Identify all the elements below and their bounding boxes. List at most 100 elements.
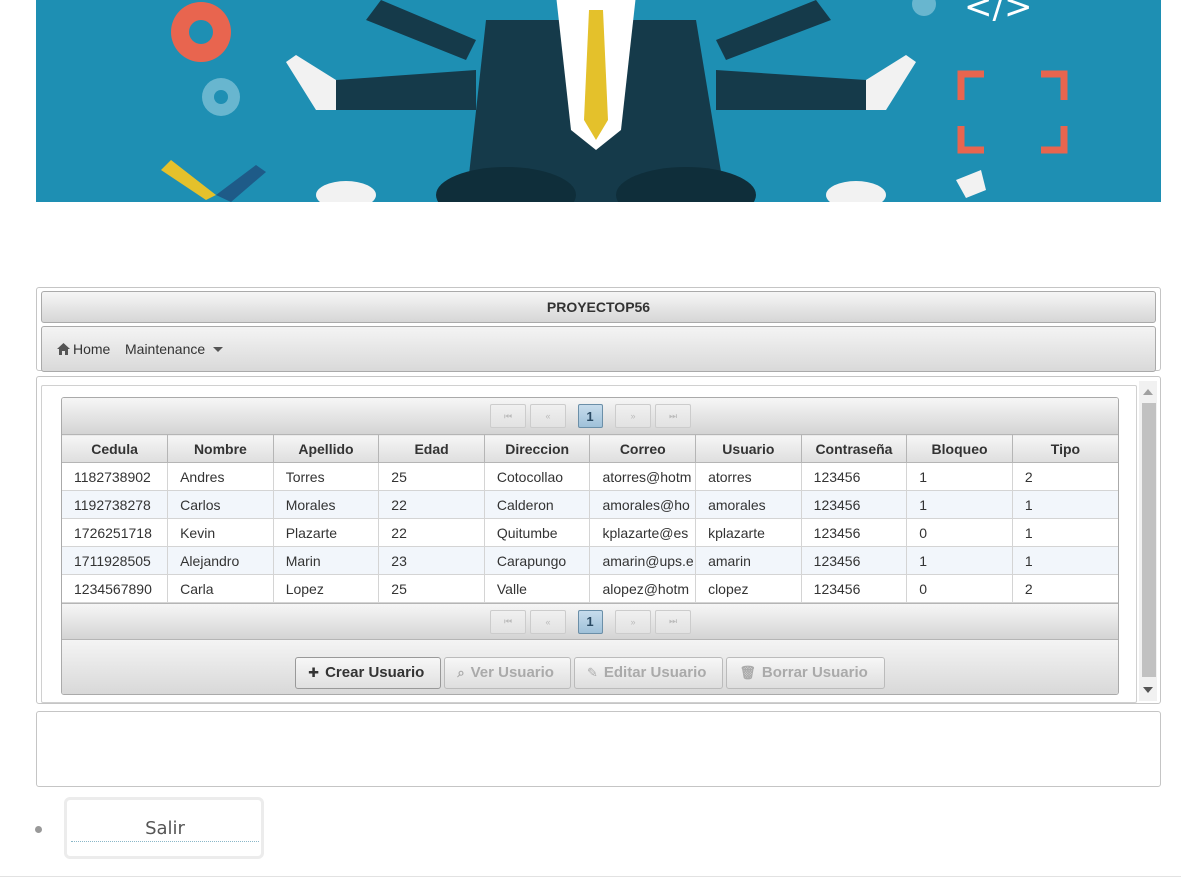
table-cell: 123456 <box>801 574 908 603</box>
menu-home[interactable]: Home <box>57 341 110 357</box>
table-cell: 1 <box>906 462 1013 491</box>
column-header[interactable]: Edad <box>378 434 485 463</box>
scroll-down-icon[interactable] <box>1143 687 1153 693</box>
table-header-row: Cedula Nombre Apellido Edad Direccion Co… <box>62 434 1118 463</box>
delete-user-button[interactable]: 🗑 Borrar Usuario <box>726 656 885 689</box>
users-datatable: ⏮ « 1 » ⏭ Cedula Nombre Apellido Edad Di… <box>61 397 1119 695</box>
menu-maintenance-label: Maintenance <box>125 341 206 357</box>
view-user-button[interactable]: ⌕ Ver Usuario <box>444 656 571 689</box>
table-cell: amorales@ho <box>589 490 697 519</box>
table-cell: Torres <box>273 462 380 491</box>
chevron-down-icon <box>213 346 224 352</box>
table-cell: 1192738278 <box>62 490 169 519</box>
first-page-button[interactable]: ⏮ <box>489 404 526 428</box>
table-cell: Plazarte <box>273 518 380 547</box>
table-cell: 0 <box>906 574 1013 603</box>
table-cell: atorres <box>695 462 802 491</box>
table-cell: amarin <box>695 546 802 575</box>
column-header[interactable]: Cedula <box>62 434 169 463</box>
table-cell: 25 <box>378 462 485 491</box>
table-row[interactable]: 1711928505 Alejandro Marin 23 Carapungo … <box>62 546 1118 575</box>
table-cell: amarin@ups.e <box>589 546 697 575</box>
divider <box>0 876 1181 877</box>
page-number-button[interactable]: 1 <box>577 609 603 634</box>
table-cell: 1 <box>906 546 1013 575</box>
table-cell: Carlos <box>167 490 274 519</box>
column-header[interactable]: Direccion <box>484 434 591 463</box>
scroll-up-icon[interactable] <box>1143 389 1153 395</box>
logout-label: Salir <box>71 818 259 842</box>
table-cell: 0 <box>906 518 1013 547</box>
edit-user-button[interactable]: ✎ Editar Usuario <box>573 656 724 689</box>
column-header[interactable]: Apellido <box>273 434 380 463</box>
column-header[interactable]: Contraseña <box>801 434 908 463</box>
table-cell: 123456 <box>801 518 908 547</box>
create-user-button[interactable]: ✚ Crear Usuario <box>295 656 442 689</box>
last-page-button[interactable]: ⏭ <box>654 404 691 428</box>
prev-page-button[interactable]: « <box>529 609 566 634</box>
next-page-button[interactable]: » <box>614 609 651 634</box>
home-icon <box>57 343 70 355</box>
table-row[interactable]: 1192738278 Carlos Morales 22 Calderon am… <box>62 490 1118 519</box>
vertical-scrollbar[interactable] <box>1139 381 1157 701</box>
table-cell: Valle <box>484 574 591 603</box>
table-cell: 22 <box>378 490 485 519</box>
column-header[interactable]: Correo <box>589 434 697 463</box>
table-cell: kplazarte@es <box>589 518 697 547</box>
table-cell: 25 <box>378 574 485 603</box>
trash-icon: 🗑 <box>739 664 756 680</box>
search-icon: ⌕ <box>457 664 465 680</box>
list-bullet <box>35 826 42 833</box>
table-cell: kplazarte <box>695 518 802 547</box>
table-cell: 2 <box>1012 462 1118 491</box>
menu-home-label: Home <box>73 341 111 357</box>
table-cell: Morales <box>273 490 380 519</box>
table-cell: 1 <box>1012 546 1118 575</box>
banner-image: </> <box>36 0 1161 202</box>
table-cell: 1726251718 <box>62 518 169 547</box>
create-user-label: Crear Usuario <box>325 664 425 681</box>
table-cell: Alejandro <box>167 546 274 575</box>
last-page-button[interactable]: ⏭ <box>654 609 691 634</box>
table-cell: 123456 <box>801 490 908 519</box>
menubar: Home Maintenance <box>41 326 1156 372</box>
table-cell: Calderon <box>484 490 591 519</box>
column-header[interactable]: Nombre <box>167 434 274 463</box>
table-cell: Lopez <box>273 574 380 603</box>
table-actions-bar: ✚ Crear Usuario ⌕ Ver Usuario ✎ Editar U… <box>62 639 1118 694</box>
paginator-bottom: ⏮ « 1 » ⏭ <box>62 603 1118 639</box>
table-cell: Marin <box>273 546 380 575</box>
svg-text:</>: </> <box>964 0 1032 27</box>
table-cell: 1234567890 <box>62 574 169 603</box>
edit-user-label: Editar Usuario <box>603 664 707 681</box>
page-number-button[interactable]: 1 <box>577 404 603 428</box>
table-cell: Kevin <box>167 518 274 547</box>
paginator-top: ⏮ « 1 » ⏭ <box>62 398 1118 434</box>
table-cell: 22 <box>378 518 485 547</box>
first-page-button[interactable]: ⏮ <box>489 609 526 634</box>
logout-button[interactable]: Salir <box>64 797 264 859</box>
content-panel: ⏮ « 1 » ⏭ Cedula Nombre Apellido Edad Di… <box>36 376 1161 704</box>
table-cell: Andres <box>167 462 274 491</box>
table-cell: Quitumbe <box>484 518 591 547</box>
column-header[interactable]: Usuario <box>695 434 802 463</box>
table-cell: 1182738902 <box>62 462 169 491</box>
table-cell: Carla <box>167 574 274 603</box>
app-title: PROYECTOP56 <box>41 291 1156 323</box>
table-cell: 23 <box>378 546 485 575</box>
table-row[interactable]: 1234567890 Carla Lopez 25 Valle alopez@h… <box>62 574 1118 603</box>
table-cell: 1 <box>906 490 1013 519</box>
table-cell: 1 <box>1012 490 1118 519</box>
prev-page-button[interactable]: « <box>529 404 566 428</box>
delete-user-label: Borrar Usuario <box>761 664 868 681</box>
table-cell: Cotocollao <box>484 462 591 491</box>
table-row[interactable]: 1726251718 Kevin Plazarte 22 Quitumbe kp… <box>62 518 1118 547</box>
next-page-button[interactable]: » <box>614 404 651 428</box>
table-row[interactable]: 1182738902 Andres Torres 25 Cotocollao a… <box>62 462 1118 491</box>
pencil-icon: ✎ <box>586 664 598 680</box>
scroll-thumb[interactable] <box>1142 403 1156 677</box>
menu-maintenance[interactable]: Maintenance <box>125 341 224 357</box>
column-header[interactable]: Tipo <box>1012 434 1118 463</box>
view-user-label: Ver Usuario <box>470 664 554 681</box>
column-header[interactable]: Bloqueo <box>906 434 1013 463</box>
